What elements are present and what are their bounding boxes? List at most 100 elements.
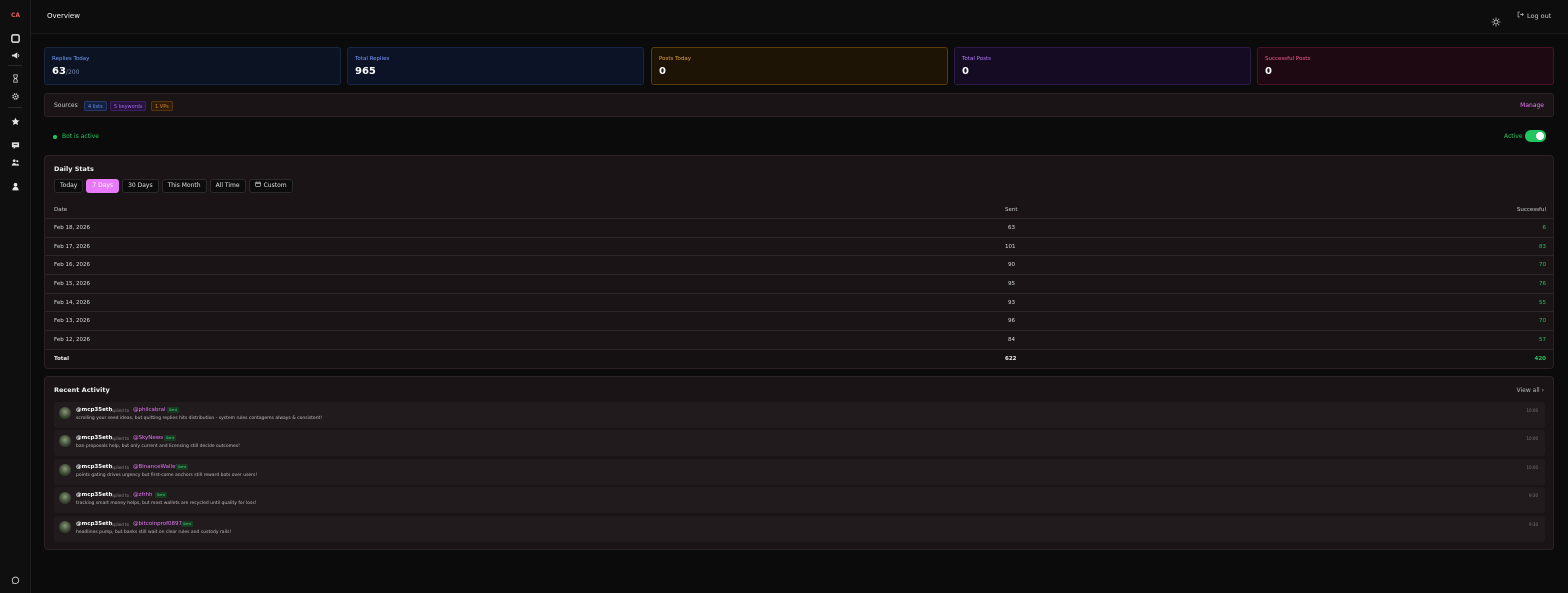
cell-date: Feb 14, 2026 [54,299,90,306]
cell-sent: 93 [1008,299,1015,306]
cell-successful: 6 [1542,224,1547,231]
help-chat-icon[interactable] [9,574,21,586]
source-pill-keywords[interactable]: 5 keywords [110,101,147,111]
hourglass-icon[interactable] [9,72,21,84]
stat-card-posts-today: Posts Today 0 [651,47,948,85]
tab-this-month[interactable]: This Month [161,179,207,193]
tab-all-time[interactable]: All Time [209,179,246,193]
stat-label: Successful Posts [1265,56,1311,62]
cell-sent: 63 [1008,224,1015,231]
sun-icon[interactable] [1491,12,1501,27]
activity-target[interactable]: @philcabral [133,407,166,413]
activity-verb: replied to [110,465,130,470]
bot-status: Bot is active [53,133,99,140]
cell-successful: 55 [1539,299,1546,306]
status-badge: Sent [164,435,176,441]
square-icon[interactable] [9,32,21,44]
cell-sent: 96 [1008,318,1015,325]
table-row: Feb 16, 2026 90 70 [45,255,1553,274]
activity-user[interactable]: @mcp35eth [76,407,112,413]
stat-value: 0 [1265,66,1272,77]
tab-7-days[interactable]: 7 Days [86,179,120,193]
app-logo[interactable]: CA [7,9,24,22]
sidebar-divider [8,65,22,66]
bot-toggle-label: Active [1504,133,1523,140]
table-header: Date Sent Successful [45,202,1553,218]
cell-successful: 57 [1539,336,1546,343]
status-badge: Sent [176,464,188,470]
logout-icon [1517,11,1524,20]
activity-user[interactable]: @mcp35eth [76,521,112,527]
activity-item[interactable]: @mcp35eth replied to @philcabral Sent sc… [54,402,1545,428]
activity-item[interactable]: @mcp35eth replied to @zfrhh Sent trackin… [54,487,1545,513]
app-root: CA Overview Log out Replies Today 63/200… [0,0,1568,593]
user-icon[interactable] [9,180,21,192]
megaphone-icon[interactable] [9,49,21,61]
logout-label: Log out [1527,11,1552,20]
star-icon[interactable] [9,115,21,127]
tab-today[interactable]: Today [54,179,84,193]
cell-successful: 83 [1539,243,1546,250]
stat-value: 965 [355,66,376,77]
gear-icon[interactable] [9,90,21,102]
sidebar-divider [8,107,22,108]
column-header-date[interactable]: Date [54,207,67,213]
column-header-sent[interactable]: Sent [1005,207,1018,213]
activity-item[interactable]: @mcp35eth replied to @BinanceWallet Sent… [54,459,1545,485]
activity-verb: replied to [110,436,130,441]
bot-status-text: Bot is active [62,133,99,140]
users-icon[interactable] [9,156,21,168]
status-dot-icon [53,134,57,139]
status-badge: Sent [181,521,193,527]
activity-target[interactable]: @zfrhh [133,492,152,498]
avatar [59,464,71,476]
cell-date: Feb 15, 2026 [54,280,90,287]
topbar: Overview Log out [31,0,1568,34]
status-badge: Sent [167,407,179,413]
activity-verb: replied to [110,522,130,527]
table-row: Feb 12, 2026 84 57 [45,330,1553,349]
total-label: Total [54,355,70,362]
avatar [59,407,71,419]
cell-date: Feb 17, 2026 [54,243,90,250]
activity-user[interactable]: @mcp35eth [76,464,112,470]
bot-active-toggle[interactable] [1525,130,1546,142]
table-row: Feb 14, 2026 93 55 [45,292,1553,312]
cell-successful: 70 [1539,318,1546,325]
cell-date: Feb 16, 2026 [54,262,90,269]
manage-sources-link[interactable]: Manage [1520,102,1544,109]
cell-sent: 101 [1005,243,1016,250]
status-badge: Sent [155,492,167,498]
activity-user[interactable]: @mcp35eth [76,435,112,441]
source-pill-lists[interactable]: 4 lists [84,101,107,111]
recent-activity-panel: Recent Activity View all › @mcp35eth rep… [44,376,1554,550]
activity-target[interactable]: @SkyNews [133,435,163,441]
activity-target[interactable]: @bitcoinprof0897 [133,521,182,527]
stat-card-total-posts: Total Posts 0 [954,47,1251,85]
view-all-link[interactable]: View all › [1517,387,1544,394]
chat-icon[interactable] [9,139,21,151]
tab-30-days[interactable]: 30 Days [122,179,159,193]
activity-text: points gating drives urgency but first-c… [76,473,258,478]
activity-user[interactable]: @mcp35eth [76,492,112,498]
page-title: Overview [47,12,80,20]
activity-item[interactable]: @mcp35eth replied to @bitcoinprof0897 Se… [54,516,1545,542]
tab-custom[interactable]: Custom [248,179,293,193]
cell-successful: 70 [1539,262,1546,269]
daily-stats-panel: Daily Stats Today 7 Days 30 Days This Mo… [44,155,1554,369]
table-row: Feb 15, 2026 95 76 [45,274,1553,293]
activity-time: 10:00 [1526,408,1538,413]
stat-label: Posts Today [659,56,692,62]
activity-target[interactable]: @BinanceWallet [133,464,178,470]
logout-button[interactable]: Log out [1517,11,1551,20]
recent-activity-title: Recent Activity [54,386,110,394]
table-total-row: Total 622 420 [45,348,1553,368]
sources-label: Sources [54,102,78,109]
stat-value: 0 [962,66,969,77]
cell-date: Feb 13, 2026 [54,318,90,325]
source-pill-vps[interactable]: 1 VPs [151,101,173,111]
stat-label: Replies Today [52,56,90,62]
column-header-successful[interactable]: Successful [1517,207,1546,213]
stat-label: Total Posts [962,56,991,62]
activity-item[interactable]: @mcp35eth replied to @SkyNews Sent ban p… [54,430,1545,456]
